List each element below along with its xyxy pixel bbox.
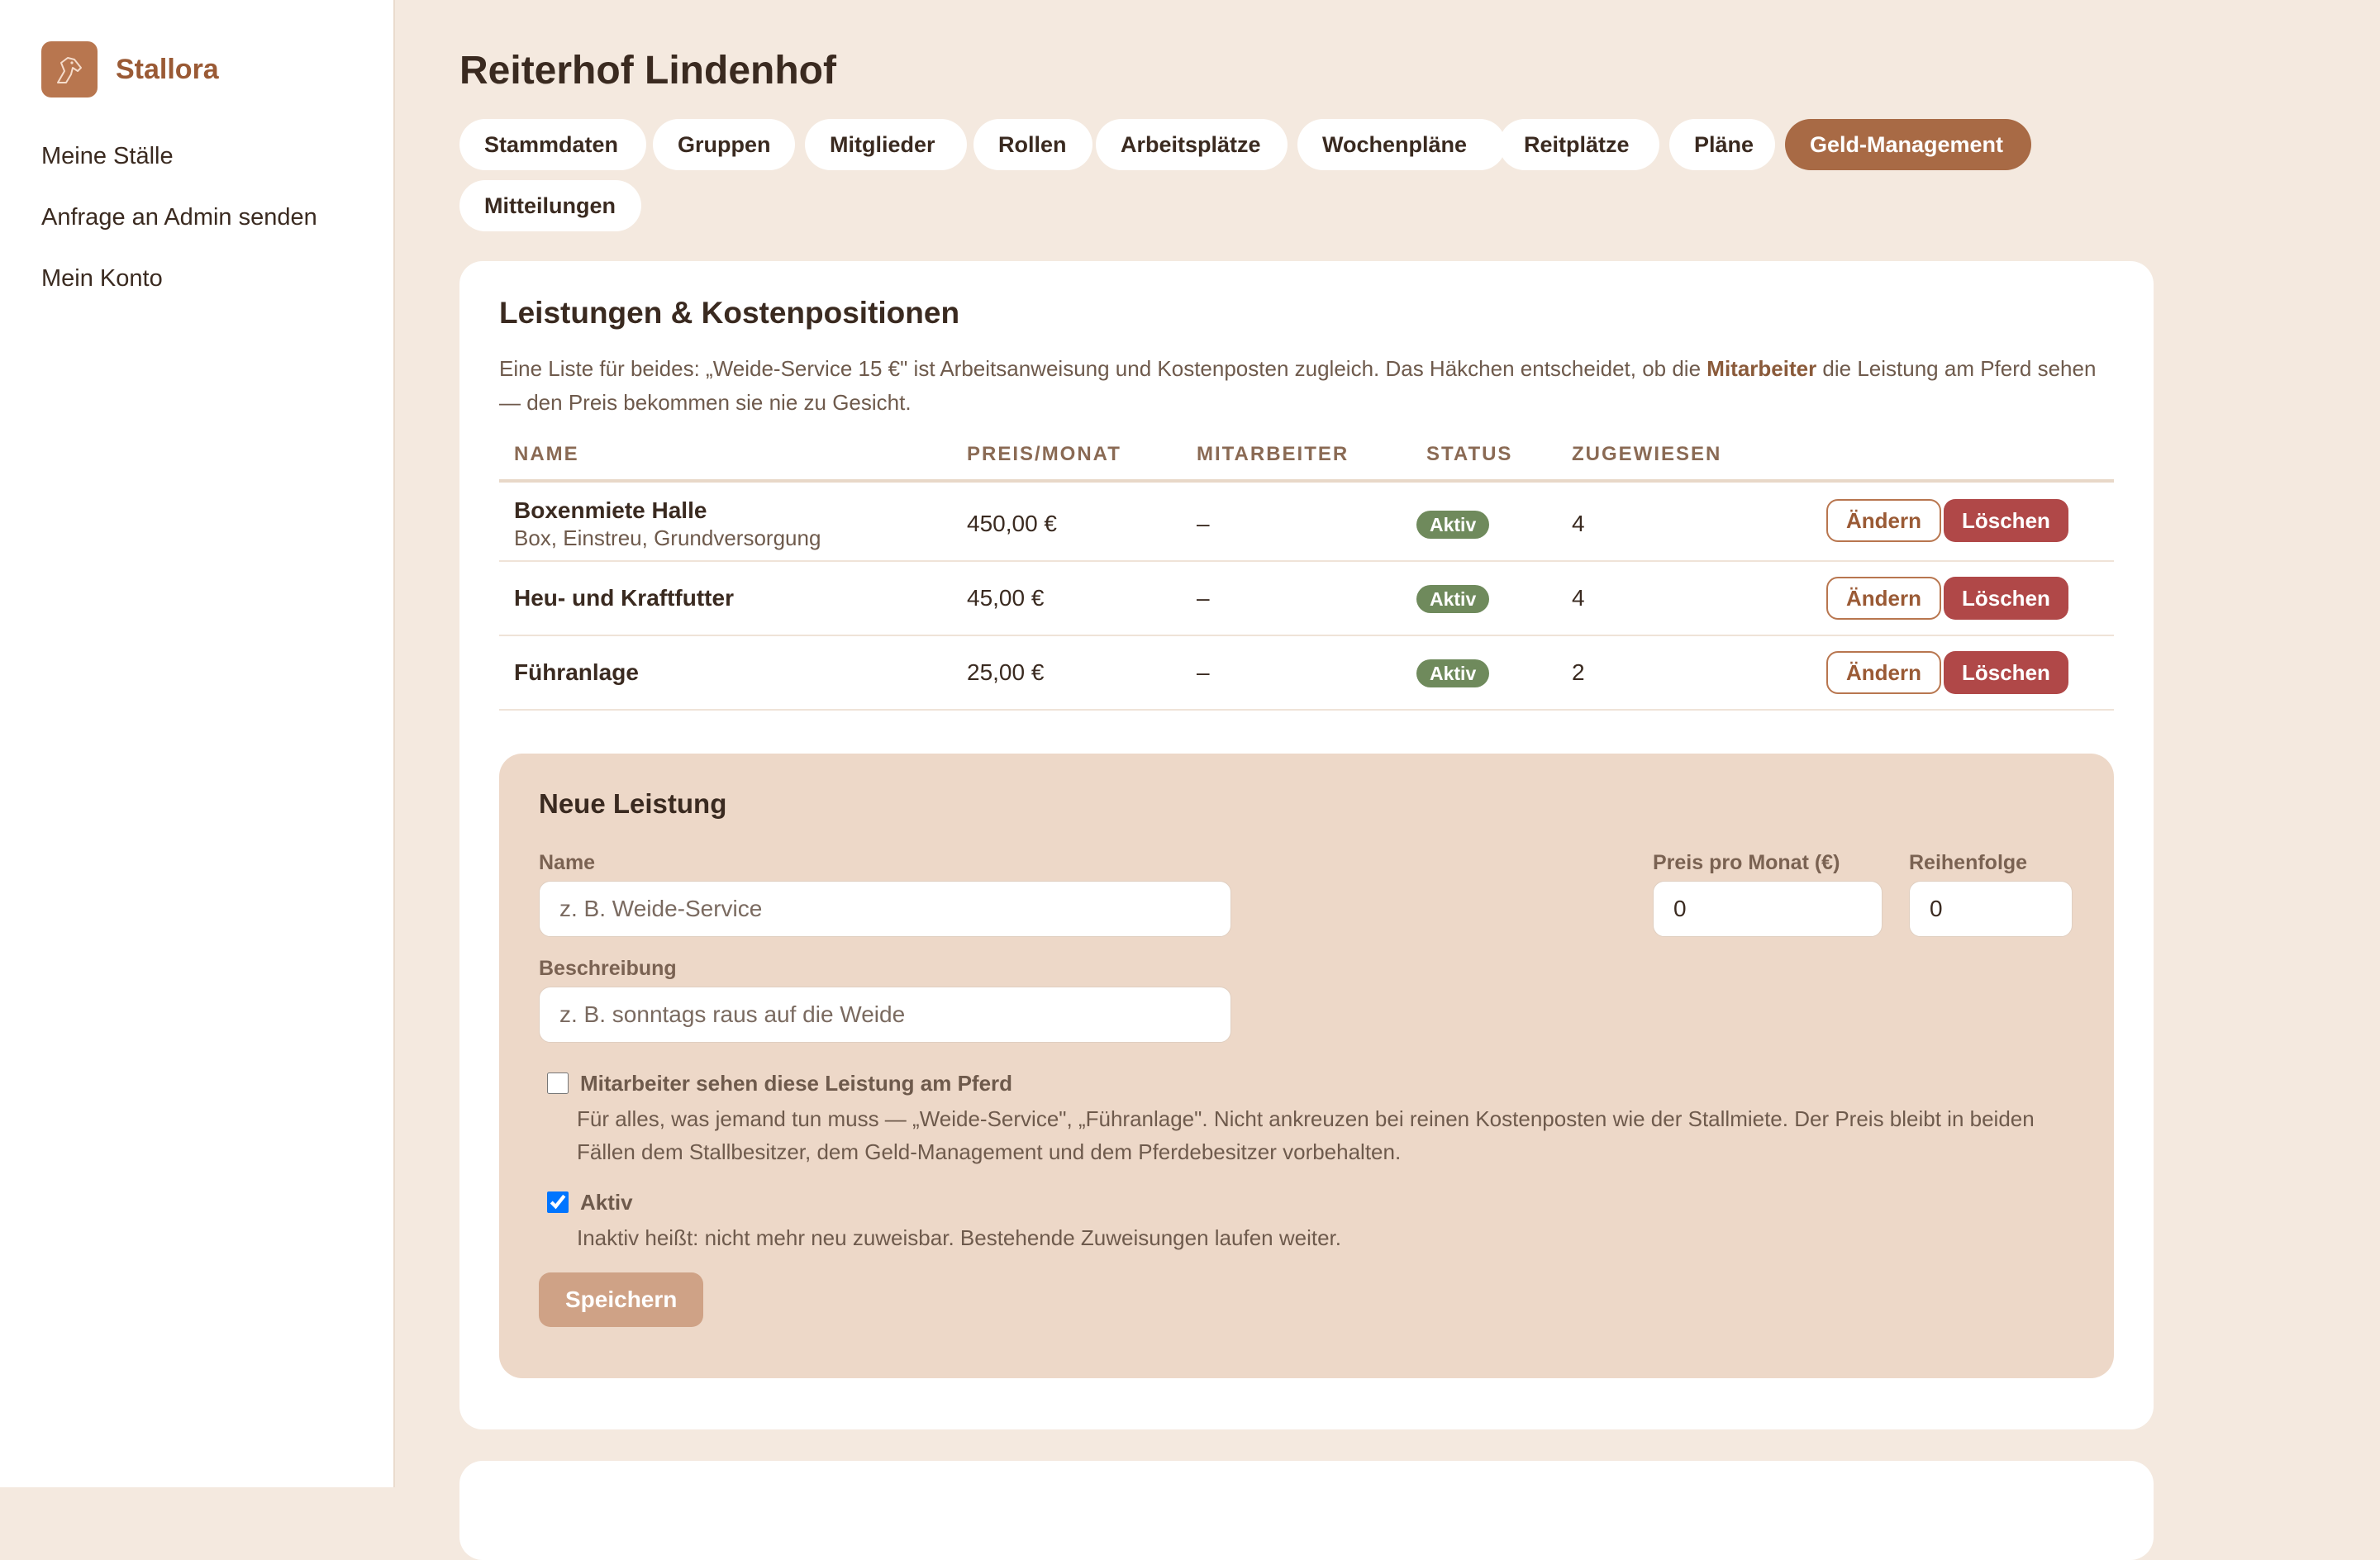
edit-button[interactable]: Ändern: [1826, 651, 1941, 694]
service-name: Boxenmiete Halle: [514, 497, 707, 523]
description-label: Beschreibung: [539, 957, 677, 980]
description-input[interactable]: [539, 987, 1231, 1043]
staff-visible-label: Mitarbeiter sehen diese Leistung am Pfer…: [580, 1071, 1013, 1096]
status-badge: Aktiv: [1416, 659, 1490, 687]
service-staff: –: [1197, 585, 1210, 611]
order-label: Reihenfolge: [1909, 851, 2028, 874]
horse-icon: [41, 41, 98, 98]
tab-arbeitsplaetze[interactable]: Arbeitsplätze: [1096, 119, 1288, 170]
sidebar-item-mein-konto[interactable]: Mein Konto: [41, 261, 317, 322]
active-label: Aktiv: [580, 1190, 633, 1215]
intro-text-1: Eine Liste für beides: „Weide-Service 15…: [499, 356, 1707, 381]
service-assigned-count: 2: [1572, 659, 1585, 685]
status-badge: Aktiv: [1416, 511, 1490, 539]
tab-rollen[interactable]: Rollen: [973, 119, 1092, 170]
name-label: Name: [539, 851, 596, 874]
sidebar-item-anfrage-admin[interactable]: Anfrage an Admin senden: [41, 200, 317, 261]
service-description: Box, Einstreu, Grundversorgung: [514, 526, 821, 550]
table-row: Heu- und Kraftfutter 45,00 € – Aktiv 4 Ä…: [499, 562, 2114, 636]
delete-button[interactable]: Löschen: [1944, 651, 2068, 694]
service-assigned-count: 4: [1572, 585, 1585, 611]
service-name: Heu- und Kraftfutter: [514, 585, 734, 611]
order-input[interactable]: [1909, 881, 2073, 937]
tab-reitplaetze[interactable]: Reitplätze: [1499, 119, 1659, 170]
tab-stammdaten[interactable]: Stammdaten: [459, 119, 646, 170]
tab-mitteilungen[interactable]: Mitteilungen: [459, 180, 641, 231]
col-header-staff: MITARBEITER: [1197, 443, 1349, 465]
staff-visible-help: Für alles, was jemand tun muss — „Weide-…: [577, 1106, 2035, 1164]
service-staff: –: [1197, 511, 1210, 536]
delete-button[interactable]: Löschen: [1944, 577, 2068, 620]
tab-wochenplaene[interactable]: Wochenpläne: [1297, 119, 1506, 170]
services-card: Leistungen & Kostenpositionen Eine Liste…: [459, 261, 2154, 1429]
form-title: Neue Leistung: [539, 788, 727, 819]
service-price: 450,00 €: [967, 511, 1057, 536]
col-header-assigned: ZUGEWIESEN: [1572, 443, 1722, 465]
price-input[interactable]: [1653, 881, 1883, 937]
table-row: Boxenmiete Halle Box, Einstreu, Grundver…: [499, 483, 2114, 562]
save-button[interactable]: Speichern: [539, 1272, 704, 1327]
service-name: Führanlage: [514, 659, 639, 685]
brand[interactable]: Stallora: [41, 41, 219, 98]
tab-gruppen[interactable]: Gruppen: [653, 119, 795, 170]
col-header-name: NAME: [514, 443, 579, 465]
col-header-price: PREIS/MONAT: [967, 443, 1121, 465]
card-intro: Eine Liste für beides: „Weide-Service 15…: [499, 352, 2111, 420]
service-staff: –: [1197, 659, 1210, 685]
tab-plaene[interactable]: Pläne: [1669, 119, 1775, 170]
active-checkbox[interactable]: [547, 1191, 569, 1213]
table-row: Führanlage 25,00 € – Aktiv 2 Ändern Lösc…: [499, 636, 2114, 711]
service-assigned-count: 4: [1572, 511, 1585, 536]
delete-button[interactable]: Löschen: [1944, 499, 2068, 542]
intro-bold: Mitarbeiter: [1706, 356, 1817, 381]
brand-name: Stallora: [116, 53, 219, 85]
staff-visible-checkbox[interactable]: [547, 1072, 569, 1094]
sidebar-item-meine-staelle[interactable]: Meine Ställe: [41, 139, 317, 200]
edit-button[interactable]: Ändern: [1826, 577, 1941, 620]
tab-mitglieder[interactable]: Mitglieder: [805, 119, 967, 170]
status-badge: Aktiv: [1416, 585, 1490, 613]
sidebar-nav: Meine Ställe Anfrage an Admin senden Mei…: [41, 139, 317, 322]
next-card: [459, 1461, 2154, 1560]
name-input[interactable]: [539, 881, 1231, 937]
sidebar: Stallora Meine Ställe Anfrage an Admin s…: [0, 0, 395, 1487]
price-label: Preis pro Monat (€): [1653, 851, 1840, 874]
service-price: 25,00 €: [967, 659, 1045, 685]
page-title: Reiterhof Lindenhof: [459, 49, 836, 93]
card-title: Leistungen & Kostenpositionen: [499, 296, 960, 330]
new-service-form: Neue Leistung Name Preis pro Monat (€) R…: [499, 754, 2114, 1378]
edit-button[interactable]: Ändern: [1826, 499, 1941, 542]
service-price: 45,00 €: [967, 585, 1045, 611]
tab-geld-management[interactable]: Geld-Management: [1785, 119, 2031, 170]
col-header-status: STATUS: [1426, 443, 1513, 465]
active-help: Inaktiv heißt: nicht mehr neu zuweisbar.…: [577, 1225, 1341, 1250]
